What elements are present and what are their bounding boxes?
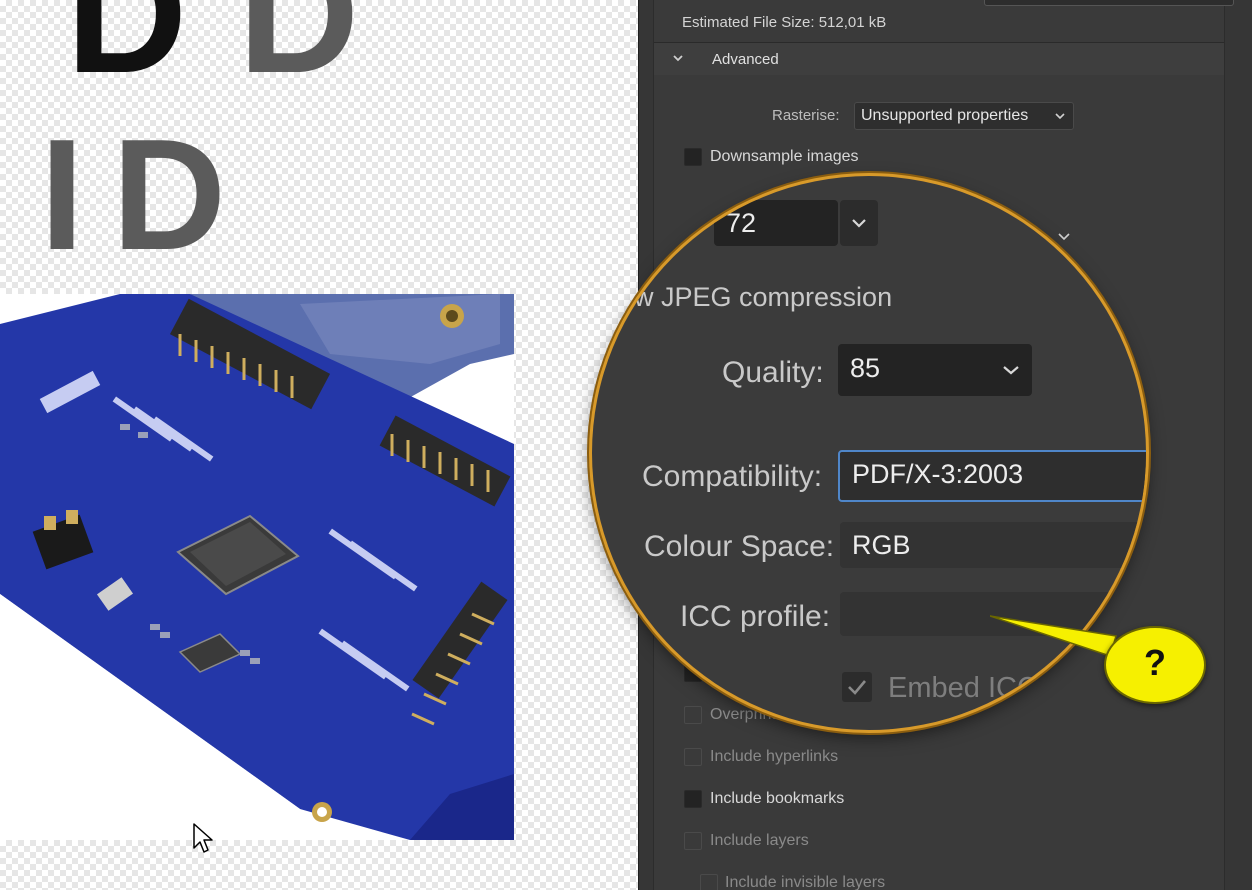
dpi-value: 72 — [726, 208, 757, 238]
annotation-pointer — [990, 615, 1117, 657]
downsample-images-checkbox[interactable] — [684, 148, 702, 166]
include-layers-label: Include layers — [710, 832, 809, 849]
embed-icc-label: Embed ICC — [888, 672, 1038, 704]
estimated-file-size: Estimated File Size: 512,01 kB — [682, 14, 887, 31]
overprint-checkbox[interactable] — [684, 706, 702, 724]
include-bookmarks-label: Include bookmarks — [710, 790, 845, 807]
colour-space-dropdown[interactable]: RGB — [840, 522, 1146, 568]
include-invisible-layers-label: Include invisible layers — [725, 874, 886, 890]
chevron-down-icon — [852, 219, 866, 228]
compatibility-value: PDF/X-3:2003 — [852, 459, 1024, 489]
rasterise-label: Rasterise: — [772, 107, 840, 124]
letter-i-gray: I — [40, 107, 84, 283]
colour-space-value: RGB — [852, 530, 911, 560]
advanced-section-header[interactable]: Advanced — [654, 42, 1224, 75]
rasterise-dropdown[interactable]: Unsupported properties — [854, 102, 1074, 130]
embed-icc-checkbox[interactable] — [842, 672, 872, 702]
letter-d-gray: D — [238, 0, 360, 108]
rasterise-value: Unsupported properties — [861, 107, 1029, 124]
circuit-board-illustration — [0, 294, 514, 840]
chevron-down-icon — [1055, 113, 1065, 120]
include-hyperlinks-checkbox[interactable] — [684, 748, 702, 766]
chevron-down-icon[interactable] — [672, 52, 684, 64]
icc-profile-label: ICC profile: — [680, 600, 831, 633]
advanced-section-title: Advanced — [712, 51, 779, 68]
letter-d-gray-second: D — [112, 107, 227, 283]
question-mark-text: ? — [1144, 642, 1166, 683]
chevron-down-icon — [1003, 366, 1019, 375]
quality-label: Quality: — [722, 356, 824, 389]
quality-value: 85 — [850, 353, 881, 383]
dpi-field[interactable]: 72 — [714, 200, 838, 246]
colour-space-label: Colour Space: — [644, 530, 835, 563]
dpi-dropdown-button[interactable] — [840, 200, 878, 246]
checkmark-icon — [848, 680, 866, 695]
preset-field-partial[interactable] — [984, 0, 1234, 6]
quality-dropdown[interactable]: 85 — [838, 344, 1032, 396]
include-invisible-layers-checkbox[interactable] — [700, 874, 718, 890]
document-canvas[interactable]: D D I D — [0, 0, 638, 890]
letter-d-black: D — [66, 0, 188, 108]
downsample-images-label: Downsample images — [710, 148, 859, 165]
compatibility-dropdown[interactable]: PDF/X-3:2003 — [838, 450, 1146, 502]
include-layers-checkbox[interactable] — [684, 832, 702, 850]
circuit-board-image — [0, 294, 514, 840]
jpeg-compression-label: w JPEG compression — [634, 282, 893, 312]
mouse-cursor-icon — [193, 823, 213, 853]
include-hyperlinks-label: Include hyperlinks — [710, 748, 839, 765]
include-bookmarks-checkbox[interactable] — [684, 790, 702, 808]
question-annotation-bubble: ? — [1104, 626, 1206, 704]
chevron-down-icon[interactable] — [1058, 232, 1070, 242]
compatibility-label: Compatibility: — [642, 460, 823, 493]
